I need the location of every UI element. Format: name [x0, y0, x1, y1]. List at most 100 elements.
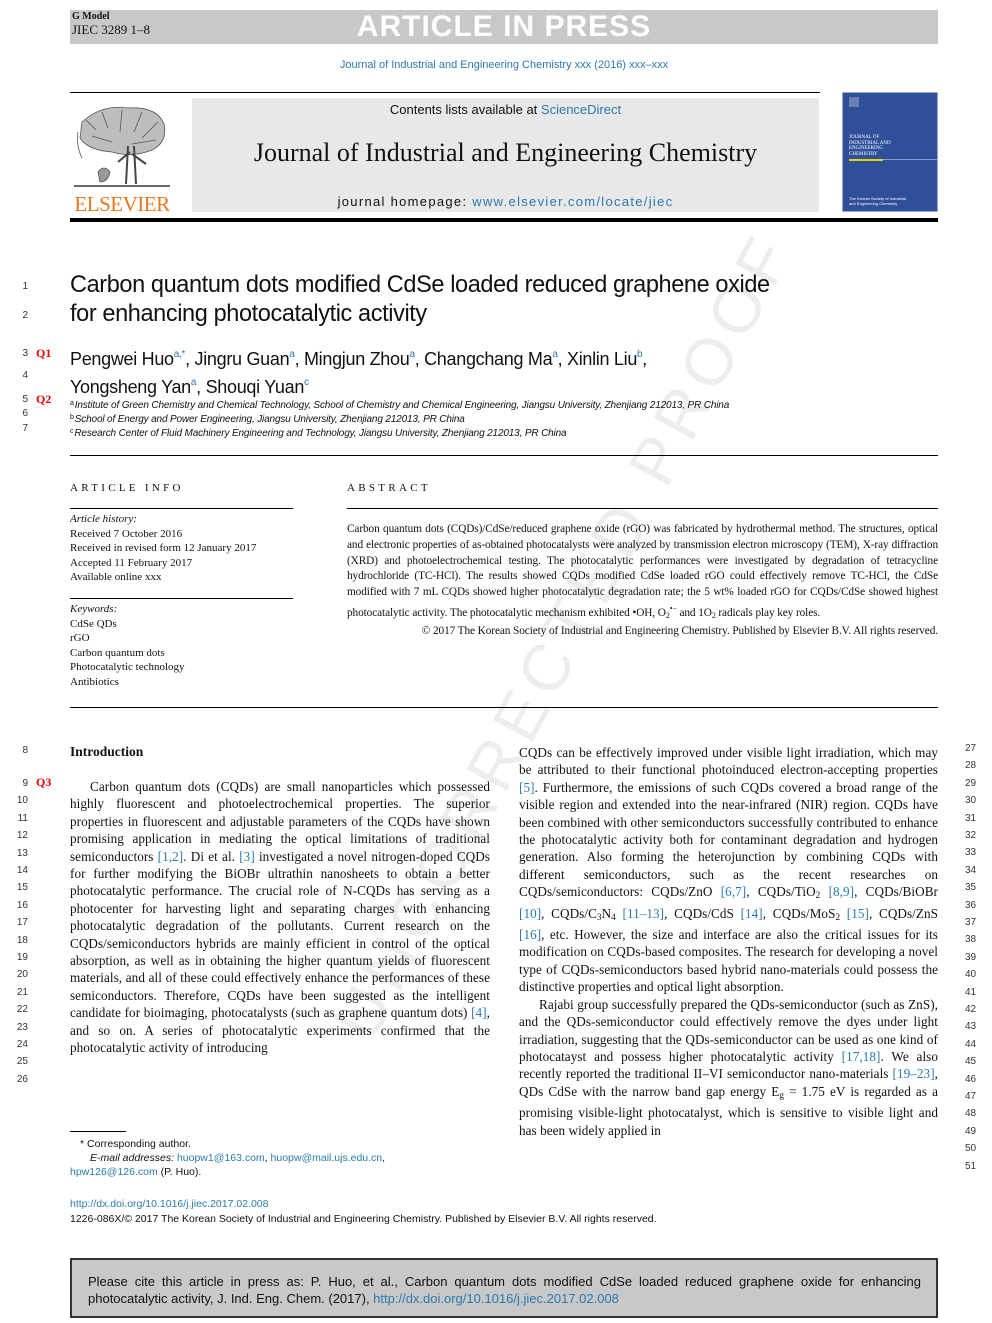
section-heading-introduction: Introduction [70, 744, 144, 759]
footnote: * Corresponding author. E-mail addresses… [70, 1137, 480, 1179]
line-number: 20 [16, 969, 28, 981]
intro-paragraph: Carbon quantum dots (CQDs) are small nan… [70, 778, 490, 1057]
subscript: 2 [835, 911, 841, 922]
author-list: Pengwei Huoa,*, Jingru Guana, Mingjun Zh… [70, 343, 850, 399]
abstract-heading: ABSTRACT [347, 482, 431, 494]
line-number: 36 [965, 899, 977, 911]
author-name: Mingjun Zhou [303, 349, 410, 369]
citation-link[interactable]: [5] [519, 780, 535, 795]
author-name: Jingru Guan [194, 349, 290, 369]
article-in-press-banner: G Model JIEC 3289 1–8 ARTICLE IN PRESS [70, 10, 938, 44]
line-number: 10 [16, 795, 28, 807]
affiliation-text: Research Center of Fluid Machinery Engin… [74, 428, 567, 439]
affiliation-a: aInstitute of Green Chemistry and Chemic… [70, 398, 729, 412]
homepage-link[interactable]: www.elsevier.com/locate/jiec [472, 194, 673, 209]
body-text: , CQDs/C [541, 905, 597, 921]
body-text: N [601, 905, 612, 921]
citation-link[interactable]: [16] [519, 927, 541, 942]
query-mark-q3[interactable]: Q3 [36, 775, 51, 790]
citation-link[interactable]: [15] [847, 906, 869, 921]
line-number: 17 [16, 917, 28, 929]
line-number: 2 [22, 310, 28, 321]
line-number: 31 [965, 812, 977, 824]
author-name: Xinlin Liu [566, 349, 638, 369]
elsevier-logo: ELSEVIER [70, 100, 174, 216]
email-label: E-mail addresses: [90, 1152, 175, 1164]
author-line: Pengwei Huoa,*, Jingru Guana, Mingjun Zh… [70, 343, 850, 371]
intro-paragraph: CQDs can be effectively improved under v… [519, 744, 938, 996]
affiliation-text: Institute of Green Chemistry and Chemica… [74, 400, 730, 411]
citation-link[interactable]: [4] [471, 1005, 487, 1020]
line-number: 45 [965, 1056, 977, 1068]
line-number: 27 [965, 743, 977, 754]
subscript: 2 [815, 890, 821, 901]
corresponding-author-note: * Corresponding author. [70, 1137, 480, 1151]
history-item: Accepted 11 February 2017 [70, 556, 193, 569]
line-number: 18 [16, 934, 28, 946]
line-number: 3 [22, 348, 28, 359]
article-title: Carbon quantum dots modified CdSe loaded… [70, 270, 834, 328]
affiliation-key: b [70, 414, 74, 421]
doi-link[interactable]: http://dx.doi.org/10.1016/j.jiec.2017.02… [70, 1198, 268, 1210]
author-separator: , [196, 377, 206, 397]
citation-link[interactable]: [19–23] [893, 1066, 935, 1081]
citation-link[interactable]: [3] [239, 849, 255, 864]
citation-link[interactable]: [10] [519, 906, 541, 921]
cover-title: Journal of Industrial and Engineering Ch… [849, 135, 891, 157]
keywords: Keywords: CdSe QDs rGO Carbon quantum do… [70, 602, 294, 689]
email-link[interactable]: huopw1@163.com [177, 1152, 265, 1164]
footnote-star: * [80, 1138, 85, 1150]
history-item: Available online xxx [70, 571, 162, 583]
line-number: 32 [965, 830, 977, 841]
line-number: 35 [965, 882, 977, 894]
body-text: . Di et al. [183, 848, 240, 864]
line-number: 22 [16, 1004, 28, 1016]
line-number: 26 [16, 1073, 28, 1085]
cover-yellow-bar [849, 159, 883, 161]
keyword-item: Photocatalytic technology [70, 661, 185, 673]
citation-link[interactable]: [8,9] [829, 884, 855, 899]
citation-link[interactable]: [11–13] [623, 906, 665, 921]
author-affiliation-mark[interactable]: a,* [174, 349, 186, 360]
keywords-rule [70, 598, 293, 599]
citation-link[interactable]: [14] [741, 906, 763, 921]
cover-logo-icon [849, 97, 859, 107]
email-line: hpw126@126.com (P. Huo). [70, 1165, 480, 1179]
query-mark-q1[interactable]: Q1 [36, 346, 51, 361]
line-number: 24 [16, 1039, 28, 1050]
body-text: investigated a novel nitrogen-doped CQDs… [70, 848, 490, 1021]
journal-reference: Journal of Industrial and Engineering Ch… [339, 59, 669, 71]
author-affiliation-mark[interactable]: c [304, 377, 309, 388]
citation-link[interactable]: [1,2] [158, 849, 184, 864]
article-status: ARTICLE IN PRESS [356, 10, 652, 43]
elsevier-wordmark: ELSEVIER [74, 192, 170, 216]
contents-available: Contents lists available at ScienceDirec… [192, 102, 819, 117]
author-name: Shouqi Yuan [205, 377, 305, 397]
superscript: •− [669, 603, 677, 613]
masthead-box: Contents lists available at ScienceDirec… [192, 98, 819, 212]
line-number: 28 [965, 760, 977, 772]
author-name: Yongsheng Yan [70, 377, 191, 397]
citation-link[interactable]: [6,7] [721, 884, 747, 899]
email-link[interactable]: huopw@mail.ujs.edu.cn [271, 1152, 383, 1164]
line-number: 48 [965, 1108, 977, 1120]
email-owner: (P. Huo). [157, 1166, 202, 1178]
email-line: E-mail addresses: huopw1@163.com, huopw@… [90, 1152, 386, 1164]
article-info-heading: ARTICLE INFO [70, 482, 184, 494]
line-number: 1 [22, 281, 28, 292]
citation-doi-link[interactable]: http://dx.doi.org/10.1016/j.jiec.2017.02… [373, 1291, 619, 1306]
affiliation-key: a [70, 400, 74, 407]
line-number: 37 [965, 917, 977, 928]
journal-homepage: journal homepage: www.elsevier.com/locat… [192, 194, 819, 209]
line-number: 41 [965, 986, 977, 998]
line-number: 5 [22, 394, 28, 405]
citation-link[interactable]: [17,18] [842, 1049, 881, 1064]
line-number: 6 [22, 408, 28, 419]
sciencedirect-link[interactable]: ScienceDirect [541, 102, 621, 117]
title-line: Carbon quantum dots modified CdSe loaded… [70, 271, 770, 298]
line-number: 44 [965, 1038, 977, 1050]
abstract-rule [347, 508, 938, 509]
email-link[interactable]: hpw126@126.com [70, 1166, 158, 1178]
citation-box: Please cite this article in press as: P.… [70, 1258, 938, 1318]
query-mark-q2[interactable]: Q2 [36, 392, 51, 407]
